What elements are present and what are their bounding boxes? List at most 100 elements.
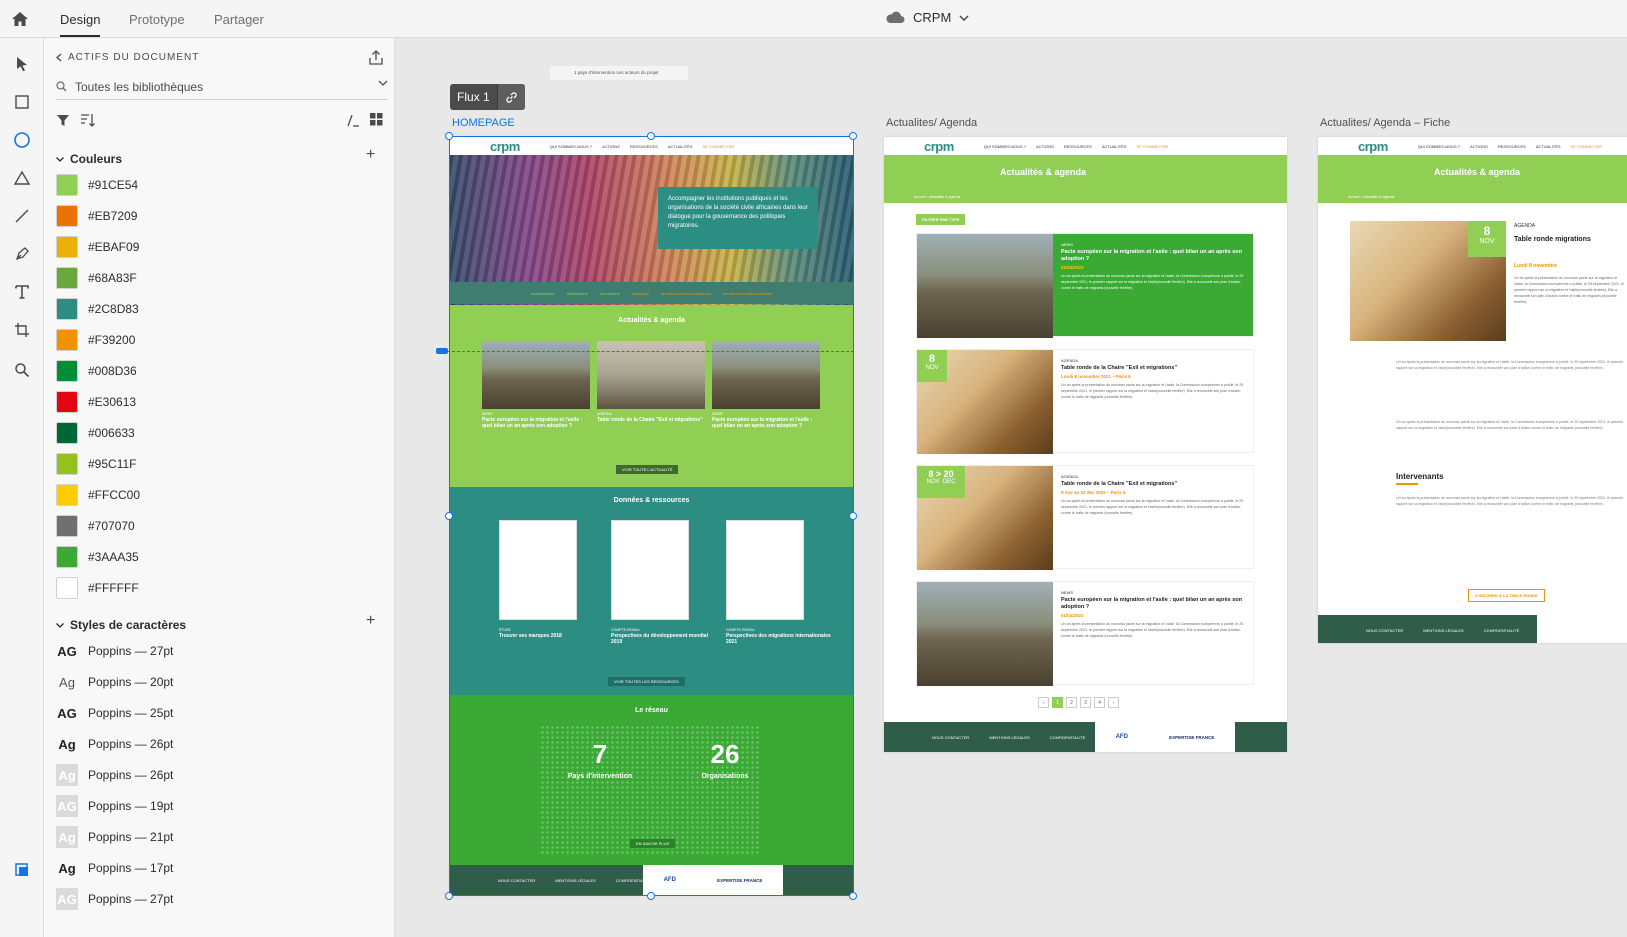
line-tool-icon[interactable] bbox=[8, 202, 36, 230]
news-card[interactable]: AGENDA Table ronde de la Chaire "Exil et… bbox=[597, 341, 705, 423]
color-swatch-item[interactable]: #2C8D83 bbox=[56, 297, 139, 321]
artboard-homepage[interactable]: crpm QUI SOMMES-NOUS ? ACTIONS RESSOURCES A… bbox=[450, 137, 853, 895]
link-icon[interactable] bbox=[496, 84, 525, 110]
resource-card[interactable]: ÉTUDE Trouver ses marques 2018 bbox=[499, 625, 607, 639]
site-nav-link[interactable]: RESSOURCES bbox=[630, 144, 658, 149]
resize-handle[interactable] bbox=[445, 512, 453, 520]
artboard-label-homepage[interactable]: HOMEPAGE bbox=[452, 117, 515, 129]
color-swatch-item[interactable]: #95C11F bbox=[56, 452, 136, 476]
network-more-button[interactable]: EN SAVOIR PLUS bbox=[630, 839, 676, 848]
site-nav-link[interactable]: QUI SOMMES-NOUS ? bbox=[550, 144, 592, 149]
list-item[interactable]: 8 > 20 NOV DEC AGENDA Table ronde de la … bbox=[916, 465, 1254, 570]
page-button[interactable]: 2 bbox=[1066, 697, 1077, 708]
resource-cover[interactable] bbox=[726, 520, 804, 620]
site-nav-link[interactable]: QUI SOMMES-NOUS ? bbox=[1418, 144, 1460, 149]
character-styles-section-header[interactable]: Styles de caractères bbox=[56, 618, 186, 632]
hashtag[interactable]: #recherche bbox=[600, 291, 620, 296]
all-resources-button[interactable]: VOIR TOUTES LES RESSOURCES bbox=[608, 677, 685, 686]
sort-icon[interactable] bbox=[80, 113, 96, 128]
site-nav-link[interactable]: ACTUALITÉS bbox=[1536, 144, 1561, 149]
resize-handle[interactable] bbox=[445, 892, 453, 900]
resize-handle[interactable] bbox=[445, 132, 453, 140]
artboard-fiche[interactable]: crpm QUI SOMMES-NOUS ? ACTIONS RESSOURCES A… bbox=[1318, 137, 1627, 643]
scroll-guide-handle[interactable] bbox=[436, 348, 448, 354]
tab-partager[interactable]: Partager bbox=[214, 12, 264, 27]
next-page-button[interactable]: › bbox=[1108, 697, 1119, 708]
hashtag[interactable]: #productiondeconnaissance bbox=[661, 291, 711, 296]
page-button[interactable]: 3 bbox=[1080, 697, 1091, 708]
all-news-button[interactable]: VOIR TOUTE L'ACTUALITÉ bbox=[616, 465, 679, 474]
character-style-item[interactable]: AG Poppins — 25pt bbox=[56, 701, 173, 725]
list-item[interactable]: 8 NOV AGENDA Table ronde de la Chaire "E… bbox=[916, 349, 1254, 454]
design-canvas[interactable]: 1 pays d'intervention Les acteurs du pro… bbox=[396, 38, 1627, 937]
library-search[interactable]: Toutes les bibliothèques bbox=[56, 74, 388, 100]
hashtag[interactable]: #renforcementdescapacités bbox=[723, 291, 772, 296]
color-swatch-item[interactable]: #91CE54 bbox=[56, 173, 138, 197]
home-icon[interactable] bbox=[8, 8, 32, 30]
add-color-icon[interactable]: + bbox=[366, 146, 375, 164]
artboard-agenda[interactable]: crpm QUI SOMMES-NOUS ? ACTIONS RESSOURCES A… bbox=[884, 137, 1287, 752]
color-swatch-item[interactable]: #707070 bbox=[56, 514, 135, 538]
polygon-tool-icon[interactable] bbox=[8, 164, 36, 192]
news-card[interactable]: NEWS Pacte européen sur la migration et … bbox=[482, 341, 590, 429]
site-nav-link[interactable]: RESSOURCES bbox=[1064, 144, 1092, 149]
footer-link[interactable]: MENTIONS LÉGALES bbox=[1423, 628, 1463, 633]
site-nav-link[interactable]: ACTUALITÉS bbox=[668, 144, 693, 149]
resource-cover[interactable] bbox=[499, 520, 577, 620]
color-swatch-item[interactable]: #68A83F bbox=[56, 266, 137, 290]
pen-tool-icon[interactable] bbox=[8, 240, 36, 268]
character-style-item[interactable]: Ag Poppins — 26pt bbox=[56, 732, 173, 756]
resize-handle[interactable] bbox=[849, 892, 857, 900]
color-swatch-item[interactable]: #E30613 bbox=[56, 390, 136, 414]
character-style-item[interactable]: AG Poppins — 27pt bbox=[56, 887, 173, 911]
colors-section-header[interactable]: Couleurs bbox=[56, 152, 122, 166]
select-tool-icon[interactable] bbox=[8, 50, 36, 78]
add-character-style-icon[interactable]: + bbox=[366, 612, 375, 630]
site-nav-link[interactable]: SE CONNECTER bbox=[1137, 144, 1169, 149]
site-nav-link[interactable]: SE CONNECTER bbox=[1571, 144, 1603, 149]
list-item[interactable]: NEWS Pacte européen sur la migration et … bbox=[916, 581, 1254, 686]
color-swatch-item[interactable]: #FFCC00 bbox=[56, 483, 140, 507]
filter-icon[interactable] bbox=[56, 114, 70, 127]
news-card[interactable]: NEWS Pacte européen sur la migration et … bbox=[712, 341, 820, 429]
type-filter-dropdown[interactable]: FILTRER PAR TYPE bbox=[916, 214, 966, 225]
resize-handle[interactable] bbox=[849, 132, 857, 140]
text-tool-icon[interactable] bbox=[8, 278, 36, 306]
site-nav-link[interactable]: ACTIONS bbox=[602, 144, 620, 149]
rectangle-tool-icon[interactable] bbox=[8, 88, 36, 116]
character-style-item[interactable]: AG Poppins — 19pt bbox=[56, 794, 173, 818]
site-nav-link[interactable]: ACTIONS bbox=[1470, 144, 1488, 149]
footer-link[interactable]: NOUS CONTACTER bbox=[932, 735, 969, 740]
resize-handle[interactable] bbox=[647, 132, 655, 140]
assets-panel-icon[interactable] bbox=[8, 856, 36, 884]
register-button[interactable]: S'INSCRIRE À LA TABLE RONDE bbox=[1468, 589, 1545, 602]
color-swatch-item[interactable]: #F39200 bbox=[56, 328, 135, 352]
character-style-item[interactable]: Ag Poppins — 17pt bbox=[56, 856, 173, 880]
footer-link[interactable]: CONFIDENTIALITÉ bbox=[1484, 628, 1520, 633]
document-title-menu[interactable]: CRPM bbox=[885, 10, 969, 25]
color-swatch-item[interactable]: #FFFFFF bbox=[56, 576, 139, 600]
footer-link[interactable]: MENTIONS LÉGALES bbox=[989, 735, 1029, 740]
chevron-down-icon[interactable] bbox=[378, 80, 388, 86]
page-button[interactable]: 1 bbox=[1052, 697, 1063, 708]
color-swatch-item[interactable]: #006633 bbox=[56, 421, 135, 445]
resource-card[interactable]: COMPTE-RENDU Perspectives du développeme… bbox=[611, 625, 719, 645]
page-button[interactable]: 4 bbox=[1094, 697, 1105, 708]
flow-badge[interactable]: Flux 1 bbox=[450, 84, 525, 110]
tab-design[interactable]: Design bbox=[60, 12, 101, 37]
color-swatch-item[interactable]: #3AAA35 bbox=[56, 545, 139, 569]
resize-handle[interactable] bbox=[849, 512, 857, 520]
site-nav-link[interactable]: QUI SOMMES-NOUS ? bbox=[984, 144, 1026, 149]
footer-link[interactable]: NOUS CONTACTER bbox=[498, 878, 535, 883]
list-item[interactable]: NEWS Pacte européen sur la migration et … bbox=[916, 233, 1254, 338]
character-style-item[interactable]: Ag Poppins — 21pt bbox=[56, 825, 173, 849]
color-swatch-item[interactable]: #008D36 bbox=[56, 359, 137, 383]
grid-view-icon[interactable] bbox=[370, 113, 383, 126]
color-swatch-item[interactable]: #EB7209 bbox=[56, 204, 137, 228]
character-style-item[interactable]: Ag Poppins — 20pt bbox=[56, 670, 173, 694]
hashtag[interactable]: #institutions bbox=[567, 291, 588, 296]
zoom-tool-icon[interactable] bbox=[8, 356, 36, 384]
hashtag[interactable]: #sociétécivile bbox=[531, 291, 555, 296]
hashtag[interactable]: #dialogue bbox=[632, 291, 649, 296]
resource-card[interactable]: COMPTE-RENDU Perspectives des migrations… bbox=[726, 625, 834, 645]
